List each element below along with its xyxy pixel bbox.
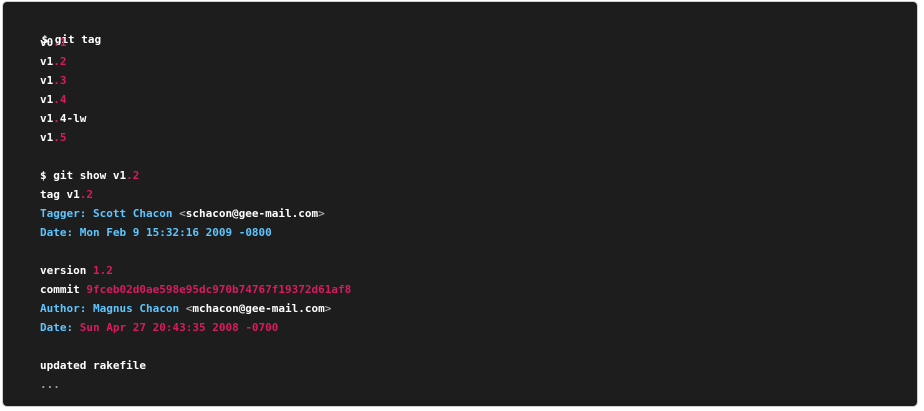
version-value: 1.2 (92, 264, 113, 277)
version-line: version 1.2 (40, 263, 113, 279)
tag-major: v1 (40, 55, 54, 68)
command-git-tag: $ git tag (15, 16, 102, 46)
tag-dot: . (53, 112, 60, 125)
tag-major: v1 (40, 112, 54, 125)
tag-minor: 4 (59, 93, 67, 106)
tagger-line: Tagger: Scott Chacon <schacon@gee-mail.c… (40, 206, 325, 222)
command-git-show: $ git show v1.2 (40, 168, 139, 184)
commit-label: commit (40, 283, 87, 296)
tag-major: v1 (40, 93, 54, 106)
tag-item-v0-1: v0.1 (40, 35, 67, 51)
version-dot: . (126, 169, 133, 182)
tag-dot: . (53, 93, 60, 106)
tag-major: v1 (40, 131, 54, 144)
tag-minor: 3 (59, 74, 67, 87)
command-text: $ git show v1 (40, 169, 127, 182)
angle-open: < (179, 207, 186, 220)
ellipsis-text: ... (40, 378, 60, 391)
author-label: Author: Magnus Chacon (40, 302, 186, 315)
tag-dot: . (53, 131, 60, 144)
commit-message: updated rakefile (40, 358, 146, 374)
commit-hash: 9fceb02d0ae598e95dc970b74767f19372d61af8 (86, 283, 352, 296)
terminal-code-block: $ git tag v0.1 v1.2 v1.3 v1.4 v1.4-lw v1… (3, 2, 917, 406)
ellipsis: ... (40, 377, 60, 393)
version-label: version (40, 264, 93, 277)
tag-minor: 4-lw (59, 112, 87, 125)
tag-item-v1-3: v1.3 (40, 73, 67, 89)
message-text: updated rakefile (40, 359, 146, 372)
commit-date-line: Date: Sun Apr 27 20:43:35 2008 -0700 (40, 320, 278, 336)
tag-item-v1-4: v1.4 (40, 92, 67, 108)
commit-line: commit 9fceb02d0ae598e95dc970b74767f1937… (40, 282, 351, 298)
tag-major: v1 (40, 74, 54, 87)
angle-close: > (324, 302, 332, 315)
date-value: Mon Feb 9 15:32:16 2009 -0800 (79, 226, 272, 239)
version-number: 2 (86, 188, 93, 201)
tag-item-v1-2: v1.2 (40, 54, 67, 70)
tag-dot: . (53, 36, 60, 49)
date-value: Sun Apr 27 20:43:35 2008 -0700 (79, 321, 279, 334)
author-email: mchacon@gee-mail.com (192, 302, 325, 315)
tag-minor: 1 (59, 36, 67, 49)
tag-item-v1-5: v1.5 (40, 130, 67, 146)
tag-dot: . (53, 55, 60, 68)
tag-dot: . (53, 74, 60, 87)
version-number: 2 (132, 169, 140, 182)
tag-item-v1-4-lw: v1.4-lw (40, 111, 86, 127)
date-label: Date: (40, 321, 80, 334)
tag-date-line: Date: Mon Feb 9 15:32:16 2009 -0800 (40, 225, 272, 241)
date-label: Date: (40, 226, 80, 239)
tag-label: tag v1 (40, 188, 80, 201)
author-line: Author: Magnus Chacon <mchacon@gee-mail.… (40, 301, 331, 317)
tag-minor: 2 (59, 55, 67, 68)
tag-major: v0 (40, 36, 54, 49)
tag-minor: 5 (59, 131, 67, 144)
tag-header: tag v1.2 (40, 187, 93, 203)
angle-close: > (318, 207, 325, 220)
tagger-email: schacon@gee-mail.com (185, 207, 319, 220)
tagger-label: Tagger: Scott Chacon (40, 207, 180, 220)
